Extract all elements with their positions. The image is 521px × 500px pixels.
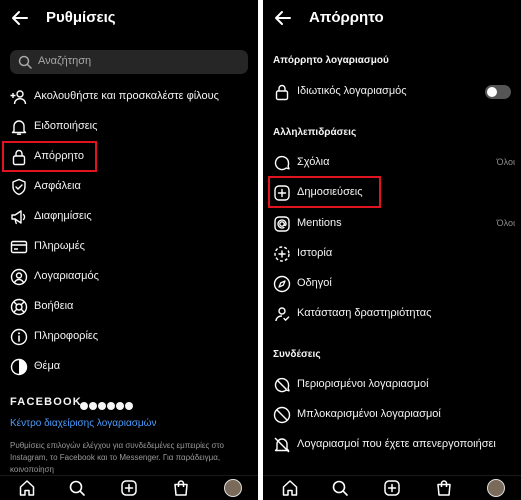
comment-icon [273, 154, 291, 172]
interaction-label: Οδηγοί [297, 277, 332, 289]
menu-item-follow-invite[interactable]: Ακολουθήστε και προσκαλέστε φίλους [0, 85, 258, 109]
interaction-item-story[interactable]: Ιστορία [263, 242, 521, 266]
interaction-item-activity-status[interactable]: Κατάσταση δραστηριότητας [263, 302, 521, 326]
settings-header: Ρυθμίσεις [0, 0, 258, 36]
home-icon[interactable] [281, 479, 299, 497]
private-account-row[interactable]: Ιδιωτικός λογαριασμός [263, 80, 521, 104]
bottom-navigation [263, 475, 521, 500]
section-header-interactions: Αλληλεπιδράσεις [273, 127, 357, 138]
menu-item-payments[interactable]: Πληρωμές [0, 235, 258, 259]
profile-avatar[interactable] [224, 479, 242, 497]
connection-item-muted[interactable]: Λογαριασμοί που έχετε απενεργοποιήσει [263, 433, 521, 457]
page-title: Ρυθμίσεις [46, 9, 116, 26]
lifebuoy-icon [10, 298, 28, 316]
settings-panel: Ρυθμίσεις Αναζήτηση Ακολουθήστε και προσ… [0, 0, 258, 500]
search-icon[interactable] [68, 479, 86, 497]
private-account-toggle[interactable] [485, 85, 511, 99]
private-account-label: Ιδιωτικός λογαριασμός [297, 85, 407, 97]
menu-item-label: Ειδοποιήσεις [34, 120, 98, 132]
menu-item-label: Διαφημίσεις [34, 210, 92, 222]
menu-item-label: Λογαριασμός [34, 270, 99, 282]
theme-icon [10, 358, 28, 376]
menu-item-notifications[interactable]: Ειδοποιήσεις [0, 115, 258, 139]
interaction-label: Mentions [297, 217, 342, 229]
activity-icon [273, 305, 291, 323]
story-icon [273, 245, 291, 263]
accounts-center-link[interactable]: Κέντρο διαχείρισης λογαριασμών [10, 418, 156, 429]
menu-item-account[interactable]: Λογαριασμός [0, 265, 258, 289]
shop-icon[interactable] [435, 479, 453, 497]
portal-icon [125, 402, 133, 410]
privacy-header: Απόρρητο [263, 0, 521, 36]
page-title: Απόρρητο [309, 9, 384, 26]
menu-item-label: Ασφάλεια [34, 180, 81, 192]
lock-icon [273, 83, 291, 101]
whatsapp-icon [107, 402, 115, 410]
connection-label: Λογαριασμοί που έχετε απενεργοποιήσει [297, 438, 496, 450]
menu-item-label: Ακολουθήστε και προσκαλέστε φίλους [34, 90, 219, 102]
highlight-box-posts [268, 176, 381, 208]
profile-avatar[interactable] [487, 479, 505, 497]
guide-icon [273, 275, 291, 293]
search-placeholder: Αναζήτηση [38, 55, 92, 67]
messenger-icon [98, 402, 106, 410]
card-icon [10, 238, 28, 256]
interaction-label: Ιστορία [297, 247, 333, 259]
interaction-value: Όλοι [496, 157, 515, 167]
shield-icon [10, 178, 28, 196]
privacy-panel: Απόρρητο Απόρρητο λογαριασμού Ιδιωτικός … [263, 0, 521, 500]
muted-icon [273, 436, 291, 454]
meta-apps-icons [80, 397, 134, 415]
menu-item-help[interactable]: Βοήθεια [0, 295, 258, 319]
search-icon[interactable] [331, 479, 349, 497]
bottom-navigation [0, 475, 258, 500]
menu-item-label: Πληροφορίες [34, 330, 99, 342]
section-header-connections: Συνδέσεις [273, 349, 321, 360]
toggle-knob [487, 87, 497, 97]
menu-item-label: Πληρωμές [34, 240, 85, 252]
interaction-label: Κατάσταση δραστηριότητας [297, 307, 432, 319]
menu-item-theme[interactable]: Θέμα [0, 355, 258, 379]
search-icon [18, 55, 32, 69]
interaction-label: Σχόλια [297, 156, 330, 168]
interaction-item-mentions[interactable]: Mentions Όλοι [263, 212, 521, 236]
instagram-icon [89, 402, 97, 410]
megaphone-icon [10, 208, 28, 226]
accounts-center-note: Ρυθμίσεις επιλογών ελέγχου για συνδεδεμέ… [10, 441, 224, 474]
facebook-label: FACEBOOK [10, 396, 82, 408]
blocked-icon [273, 406, 291, 424]
shop-icon[interactable] [172, 479, 190, 497]
connection-item-restricted[interactable]: Περιορισμένοι λογαριασμοί [263, 373, 521, 397]
interaction-item-comments[interactable]: Σχόλια Όλοι [263, 151, 521, 175]
at-icon [273, 215, 291, 233]
add-person-icon [10, 88, 28, 106]
menu-item-ads[interactable]: Διαφημίσεις [0, 205, 258, 229]
facebook-icon [80, 402, 88, 410]
highlight-box-privacy [2, 141, 97, 172]
back-arrow-icon[interactable] [273, 8, 293, 28]
home-icon[interactable] [18, 479, 36, 497]
menu-item-label: Θέμα [34, 360, 61, 372]
menu-item-about[interactable]: Πληροφορίες [0, 325, 258, 349]
connection-label: Περιορισμένοι λογαριασμοί [297, 378, 429, 390]
interaction-value: Όλοι [496, 218, 515, 228]
search-input[interactable]: Αναζήτηση [10, 50, 248, 74]
menu-item-security[interactable]: Ασφάλεια [0, 175, 258, 199]
restricted-icon [273, 376, 291, 394]
section-header-account-privacy: Απόρρητο λογαριασμού [273, 55, 389, 66]
info-icon [10, 328, 28, 346]
create-icon[interactable] [383, 479, 401, 497]
connection-item-blocked[interactable]: Μπλοκαρισμένοι λογαριασμοί [263, 403, 521, 427]
oculus-icon [116, 402, 124, 410]
menu-item-label: Βοήθεια [34, 300, 74, 312]
bell-icon [10, 118, 28, 136]
connection-label: Μπλοκαρισμένοι λογαριασμοί [297, 408, 441, 420]
create-icon[interactable] [120, 479, 138, 497]
interaction-item-guides[interactable]: Οδηγοί [263, 272, 521, 296]
back-arrow-icon[interactable] [10, 8, 30, 28]
account-icon [10, 268, 28, 286]
